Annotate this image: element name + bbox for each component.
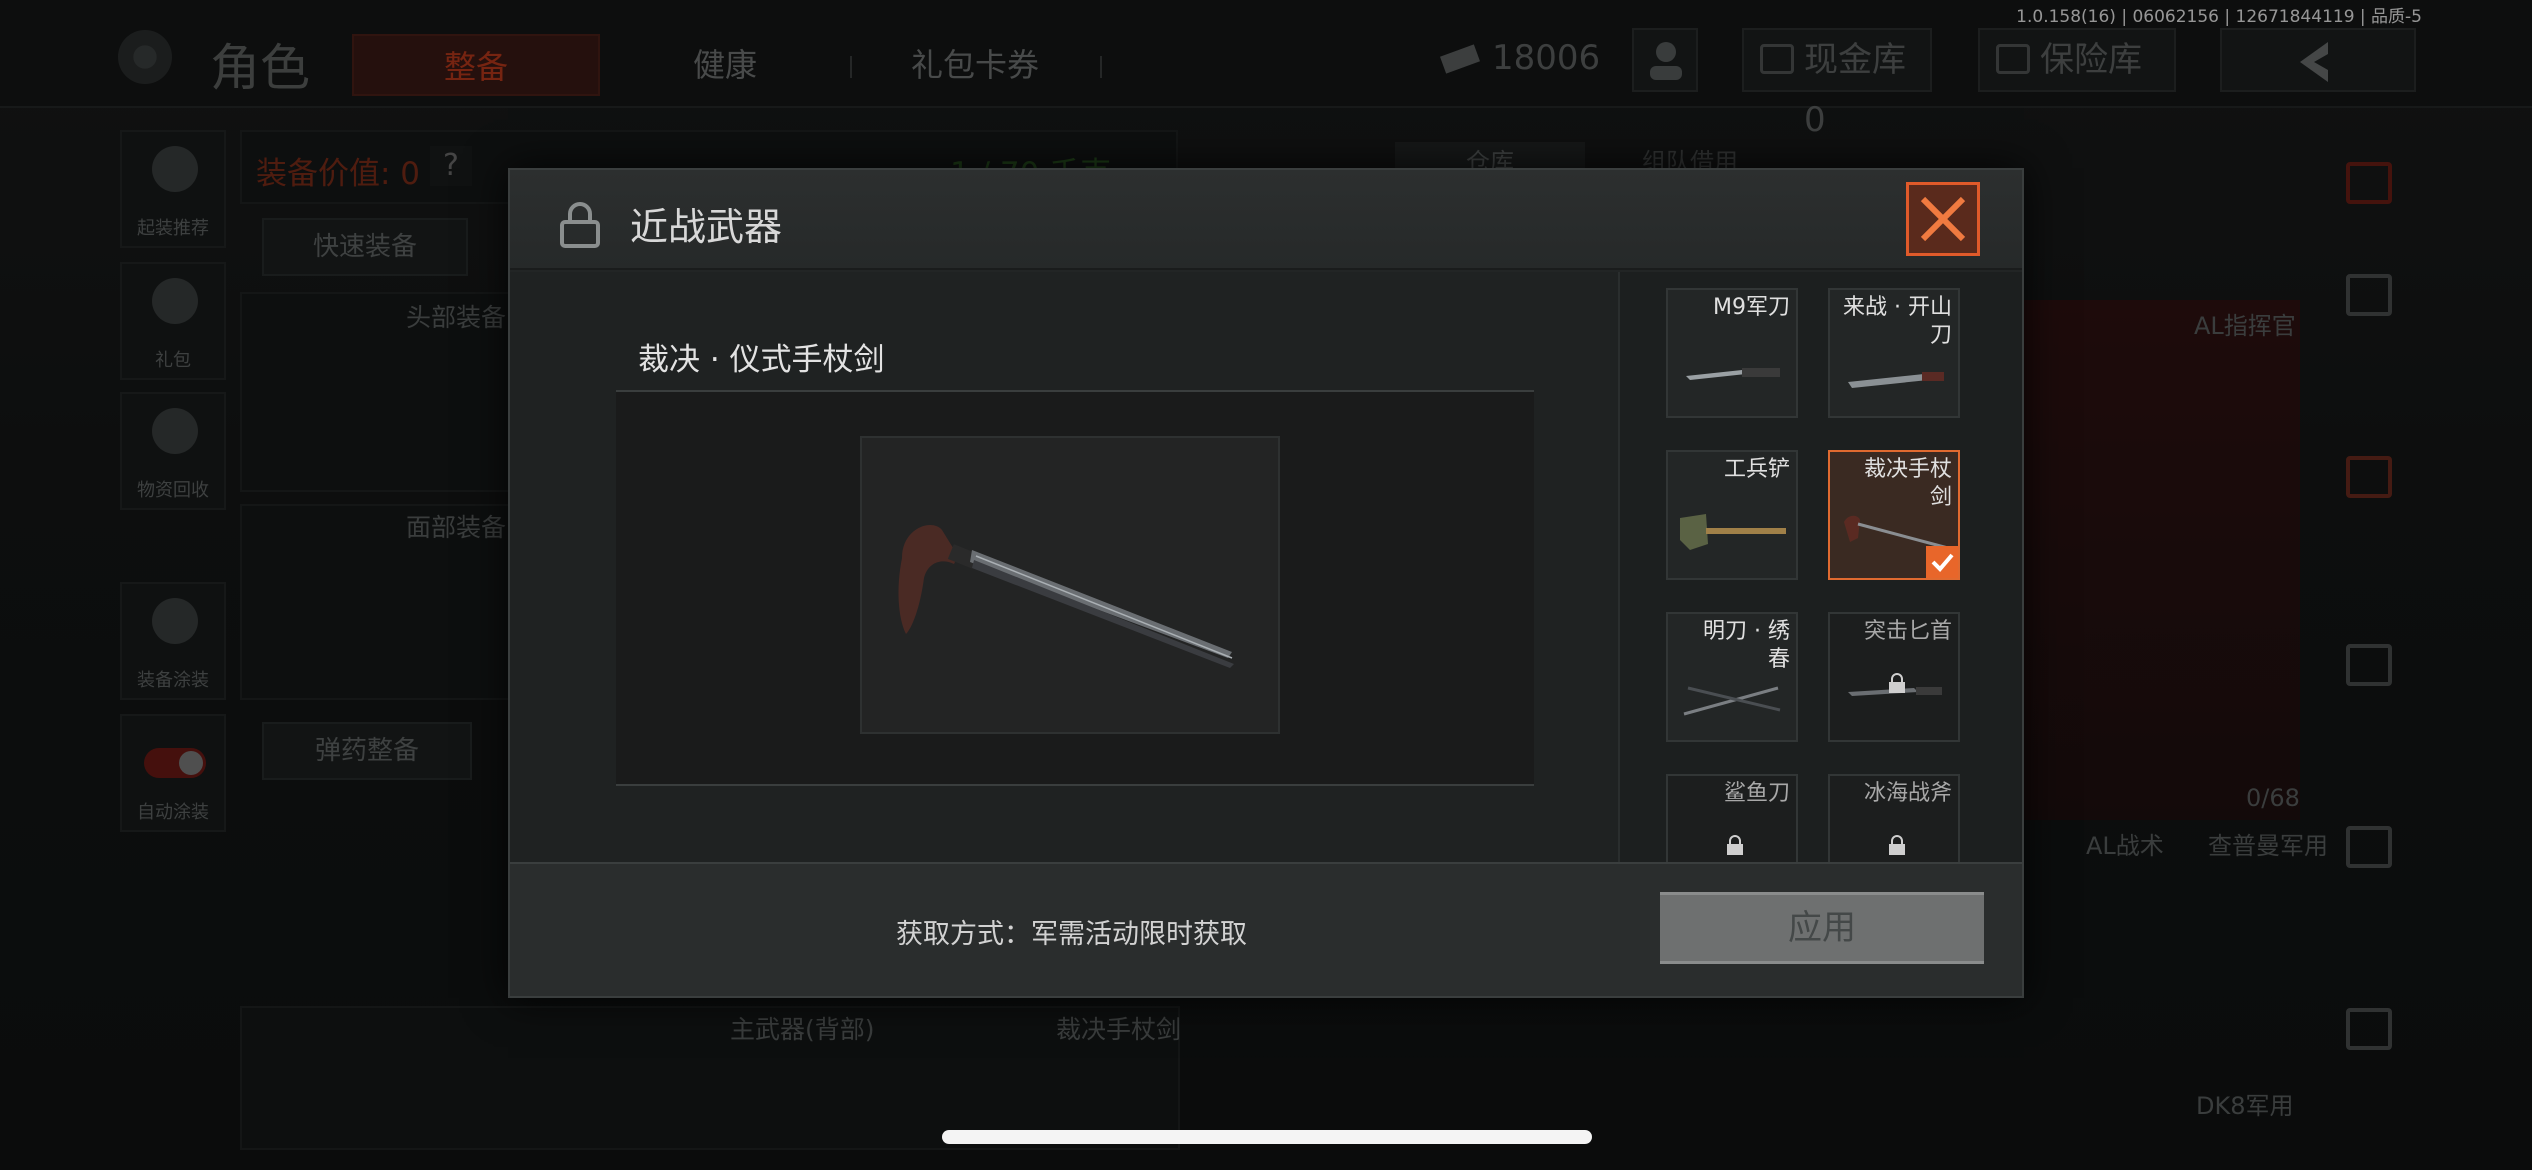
lock-icon xyxy=(1889,673,1905,693)
weapon-item-assault-dagger[interactable]: 突击匕首 xyxy=(1828,612,1960,742)
knife-icon xyxy=(1686,368,1780,380)
weapon-item-label: M9军刀 xyxy=(1713,295,1790,320)
weapon-item-shovel[interactable]: 工兵铲 xyxy=(1666,450,1798,580)
lock-icon xyxy=(1727,835,1743,855)
modal-footer: 获取方式：军需活动限时获取 应用 xyxy=(510,862,2022,996)
apply-button[interactable]: 应用 xyxy=(1660,892,1984,964)
weapon-item-label: 突击匕首 xyxy=(1863,619,1952,644)
home-indicator[interactable] xyxy=(942,1130,1592,1144)
selected-check-icon xyxy=(1926,546,1958,578)
close-icon xyxy=(1920,196,1966,242)
lock-icon xyxy=(560,202,600,248)
weapon-name: 裁决 · 仪式手杖剑 xyxy=(638,342,885,378)
weapon-item-label: 冰海战斧 xyxy=(1863,781,1952,806)
weapon-item-label: 明刀 · 绣春 xyxy=(1703,619,1790,672)
weapon-item-shark-knife[interactable]: 鲨鱼刀 xyxy=(1666,774,1798,862)
weapon-preview-frame xyxy=(616,390,1534,786)
weapon-item-label: 裁决手杖剑 xyxy=(1863,457,1952,510)
weapon-item-label: 工兵铲 xyxy=(1723,457,1790,482)
weapon-item-label: 来战 · 开山刀 xyxy=(1843,295,1952,348)
modal-body: 裁决 · 仪式手杖剑 M9军刀 来战 · 开山刀 工兵铲 裁决手杖 剑 明刀 ·… xyxy=(510,272,2022,862)
weapon-item-m9[interactable]: M9军刀 xyxy=(1666,288,1798,418)
weapon-preview-image[interactable] xyxy=(860,436,1280,734)
modal-header: 近战武器 xyxy=(510,170,2022,270)
weapon-item-cane-sword[interactable]: 裁决手杖剑 xyxy=(1828,450,1960,580)
obtain-method: 获取方式：军需活动限时获取 xyxy=(896,919,1247,950)
melee-weapon-modal: 近战武器 裁决 · 仪式手杖剑 M9军刀 来战 · 开山 刀 工兵铲 裁决手杖 … xyxy=(508,168,2024,998)
weapon-item-machete[interactable]: 来战 · 开山刀 xyxy=(1828,288,1960,418)
weapon-list: M9军刀 来战 · 开山刀 工兵铲 裁决手杖剑 明刀 · 绣春 突击匕首 鲨鱼刀… xyxy=(1618,272,2022,862)
cane-sword-icon xyxy=(898,525,1234,668)
machete-icon xyxy=(1848,372,1944,388)
close-button[interactable] xyxy=(1906,182,1980,256)
sword-icon xyxy=(1683,686,1781,716)
weapon-item-xiuchun-blade[interactable]: 明刀 · 绣春 xyxy=(1666,612,1798,742)
modal-title: 近战武器 xyxy=(630,205,783,249)
shovel-icon xyxy=(1680,514,1786,550)
weapon-item-ice-axe[interactable]: 冰海战斧 xyxy=(1828,774,1960,862)
lock-icon xyxy=(1889,835,1905,855)
weapon-item-label: 鲨鱼刀 xyxy=(1723,781,1790,806)
